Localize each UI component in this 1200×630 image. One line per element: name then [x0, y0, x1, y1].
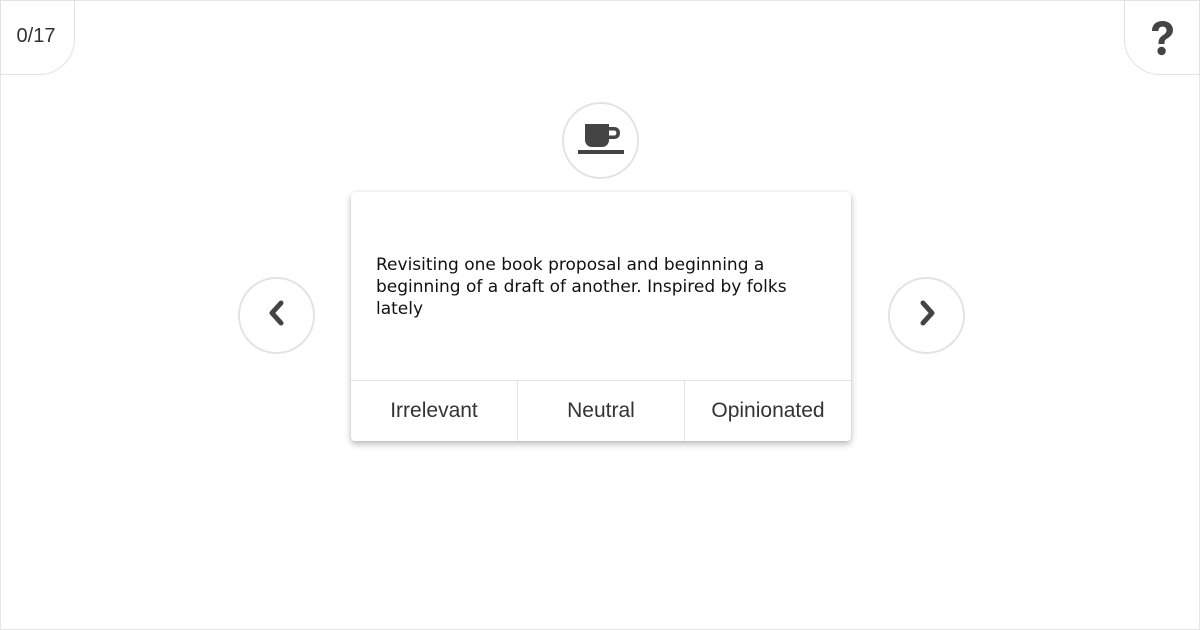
chevron-right-icon	[918, 300, 936, 331]
question-mark-icon	[1148, 19, 1176, 57]
progress-counter-text: 0/17	[16, 25, 56, 47]
statement-card: Revisiting one book proposal and beginni…	[351, 192, 851, 441]
irrelevant-button[interactable]: Irrelevant	[351, 381, 518, 441]
next-button[interactable]	[888, 277, 965, 354]
card-body: Revisiting one book proposal and beginni…	[351, 192, 851, 380]
progress-counter: 0/17	[0, 0, 75, 75]
card-text: Revisiting one book proposal and beginni…	[376, 255, 787, 319]
page: 0/17 Revisiting one book proposal and be…	[0, 0, 1200, 630]
coffee-cup-icon	[577, 121, 624, 160]
opinionated-button[interactable]: Opinionated	[685, 381, 851, 441]
previous-button[interactable]	[238, 277, 315, 354]
chevron-left-icon	[268, 300, 286, 331]
help-button[interactable]	[1124, 0, 1200, 75]
neutral-button[interactable]: Neutral	[518, 381, 685, 441]
rating-options: Irrelevant Neutral Opinionated	[351, 380, 851, 441]
topic-icon-circle	[562, 102, 639, 179]
